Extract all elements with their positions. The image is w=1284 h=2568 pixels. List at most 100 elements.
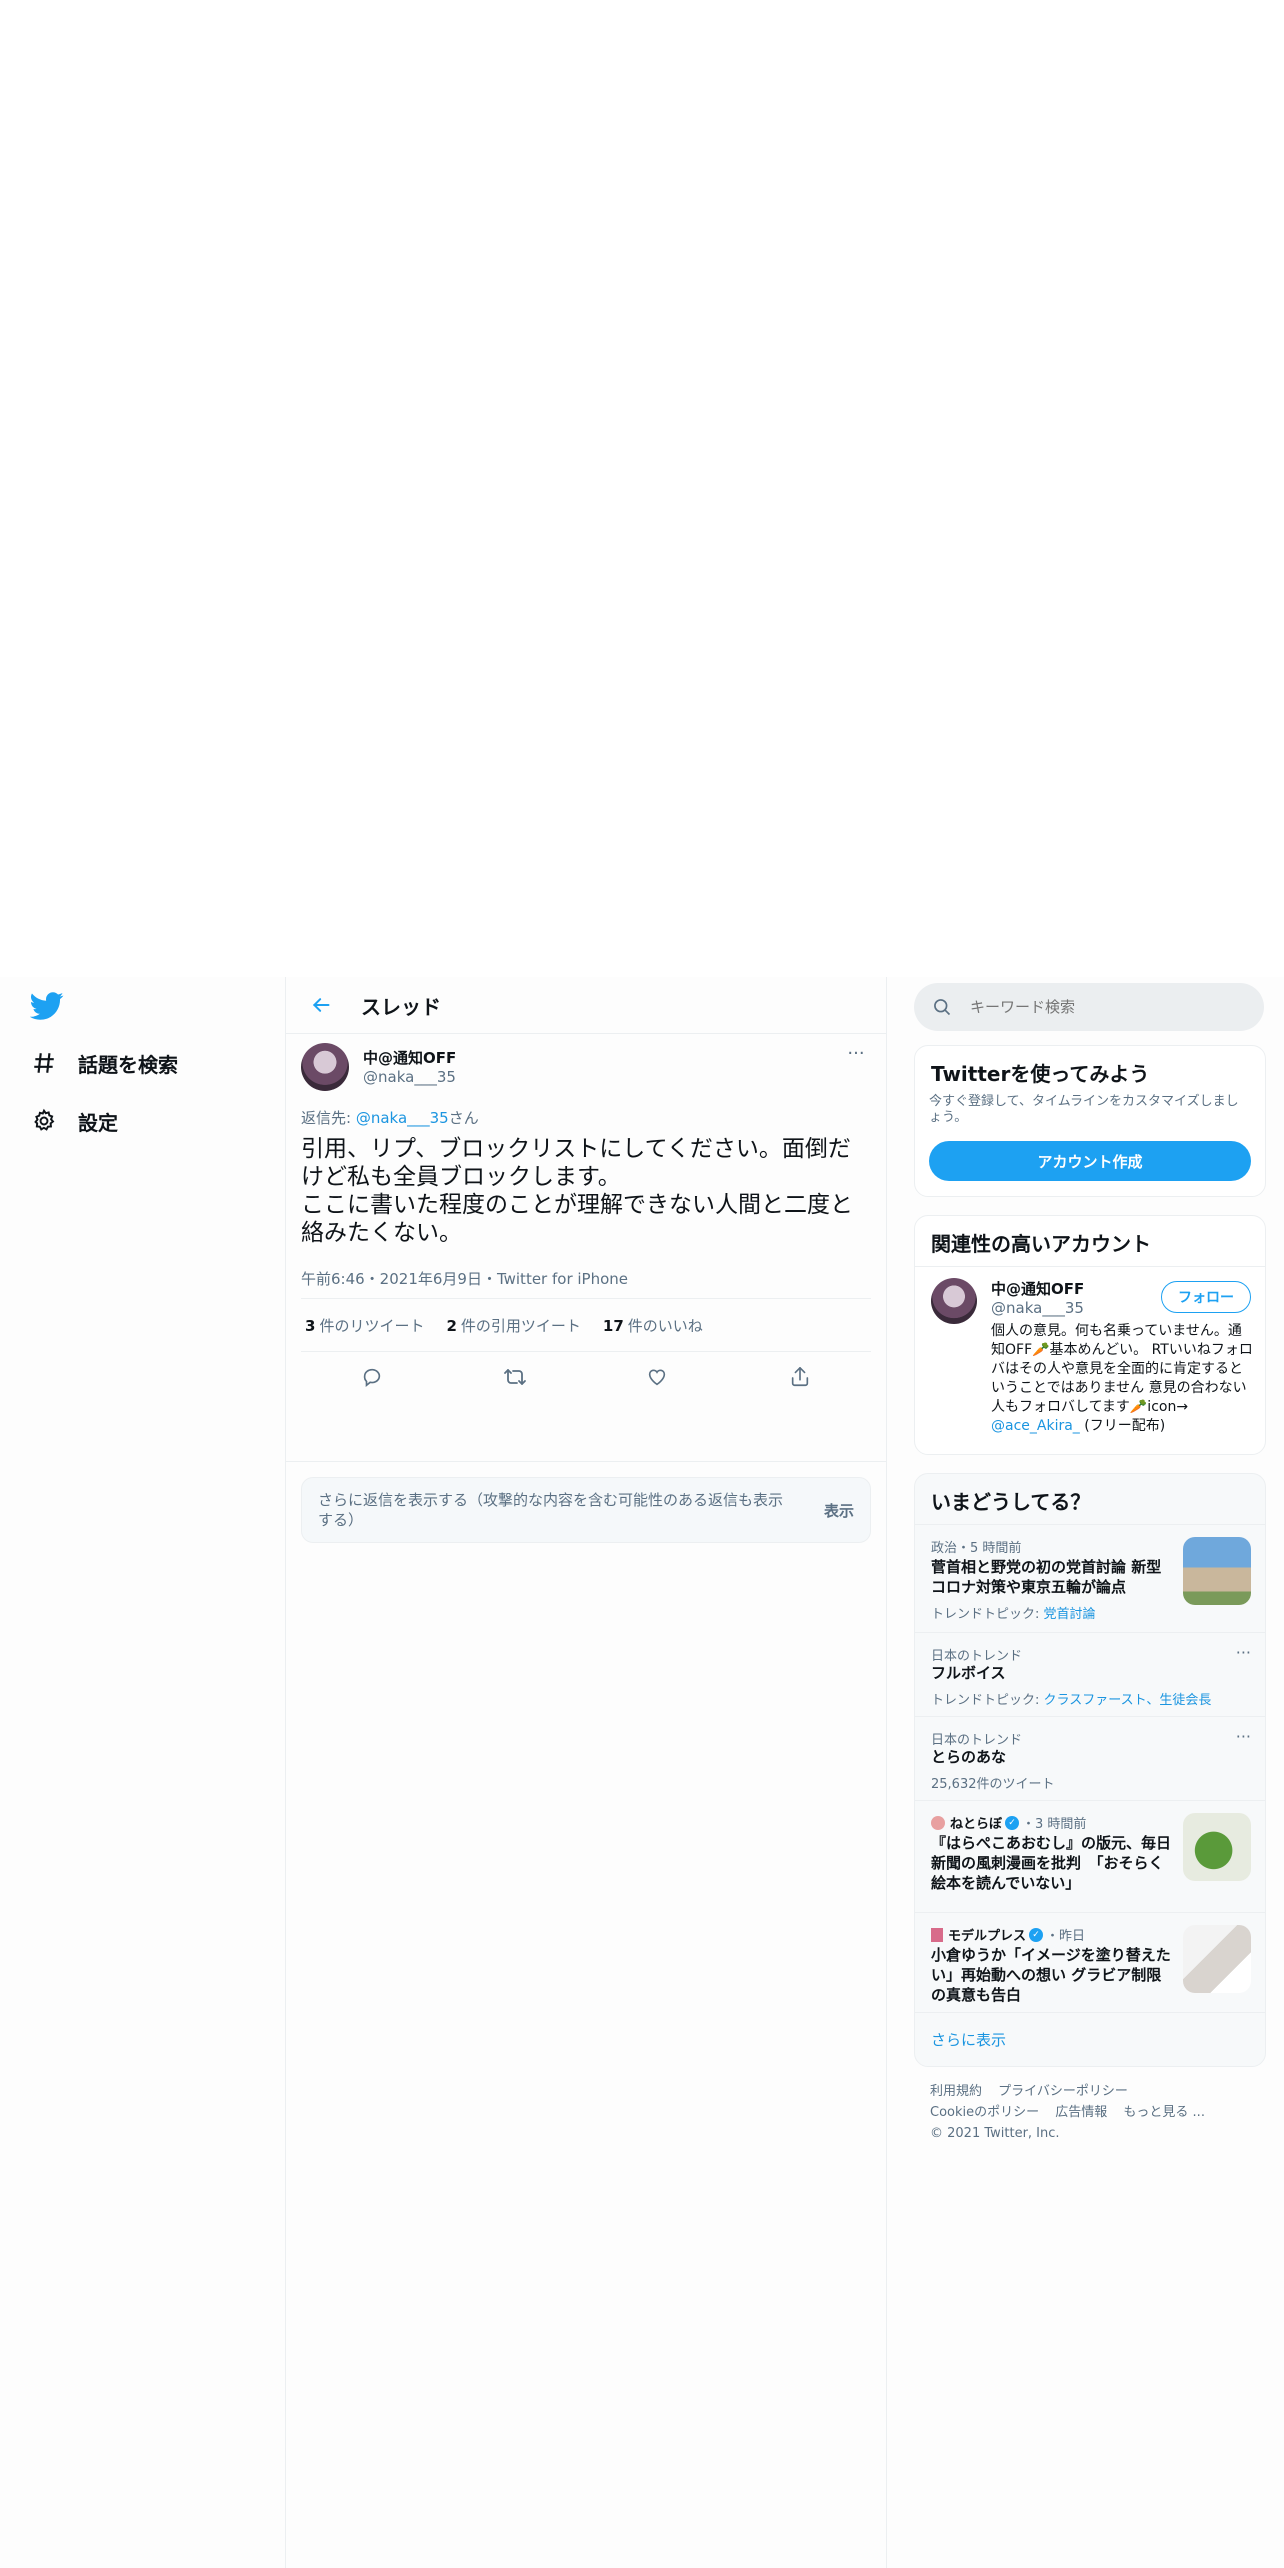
signup-card: Twitterを使ってみよう 今すぐ登録して、タイムラインをカスタマイズしましょ… bbox=[914, 1045, 1266, 1197]
back-arrow-icon[interactable] bbox=[306, 990, 336, 1020]
show-more-replies-button[interactable]: 表示 bbox=[824, 1500, 854, 1521]
left-navigation: 話題を検索 設定 bbox=[0, 977, 285, 2568]
like-count-link[interactable]: 17 件のいいね bbox=[603, 1315, 703, 1336]
quote-count: 2 bbox=[446, 1316, 457, 1335]
bio-text: 個人の意見。何も名乗っていません。通知OFF🥕基本めんどい。 RTいいねフォロバ… bbox=[991, 1323, 1253, 1415]
news-title: 小倉ゆうか「イメージを塗り替えたい」再始動への想い グラビア制限の真意も告白 bbox=[931, 1946, 1171, 2004]
trends-card: いまどうしてる？ 政治・5 時間前 菅首相と野党の初の党首討論 新型コロナ対策や… bbox=[914, 1473, 1266, 2067]
trend-context: 政治・5 時間前 bbox=[931, 1541, 1022, 1556]
quote-count-label: 件の引用ツイート bbox=[460, 1316, 581, 1335]
create-account-button[interactable]: アカウント作成 bbox=[929, 1141, 1251, 1181]
footer-link-privacy[interactable]: プライバシーポリシー bbox=[998, 2084, 1128, 2099]
news-source: ねとらぼ bbox=[950, 1817, 1003, 1832]
related-accounts-title: 関連性の高いアカウント bbox=[931, 1232, 1151, 1256]
tweet-text: 引用、リプ、ブロックリストにしてください。面倒だけど私も全員ブロックします。 こ… bbox=[301, 1136, 853, 1246]
tweet-stats: 3 件のリツイート 2 件の引用ツイート 17 件のいいね bbox=[301, 1298, 871, 1352]
reply-to-handle-link[interactable]: @naka___35 bbox=[356, 1109, 449, 1127]
reply-to-prefix: 返信先: bbox=[301, 1109, 356, 1127]
twitter-app: 話題を検索 設定 スレッド 中@通知OFF @naka___35 ··· 返信先… bbox=[0, 977, 1284, 2568]
show-more-replies-text: さらに返信を表示する（攻撃的な内容を含む可能性のある返信も表示する） bbox=[318, 1491, 784, 1529]
like-count-label: 件のいいね bbox=[627, 1316, 703, 1335]
share-icon[interactable] bbox=[783, 1360, 817, 1394]
follow-button[interactable]: フォロー bbox=[1161, 1281, 1251, 1313]
footer-link-ads[interactable]: 広告情報 bbox=[1055, 2105, 1107, 2120]
trend-topic-prefix: トレンドトピック: bbox=[931, 1607, 1044, 1622]
trend-context: 日本のトレンド bbox=[931, 1649, 1023, 1664]
news-context: モデルプレス ✓ ・昨日 bbox=[931, 1925, 1085, 1944]
nav-settings[interactable]: 設定 bbox=[30, 1099, 118, 1143]
trend-topic-link[interactable]: 党首討論 bbox=[1044, 1607, 1096, 1622]
news-source-icon bbox=[931, 1815, 945, 1830]
news-item[interactable]: モデルプレス ✓ ・昨日 小倉ゆうか「イメージを塗り替えたい」再始動への想い グ… bbox=[915, 1912, 1265, 2013]
tweet-author-name[interactable]: 中@通知OFF bbox=[363, 1047, 456, 1068]
trends-title: いまどうしてる？ bbox=[931, 1490, 1091, 1514]
trend-item[interactable]: 日本のトレンド ··· とらのあな 25,632件のツイート bbox=[915, 1716, 1265, 1801]
search-box bbox=[914, 983, 1264, 1031]
retweet-count-link[interactable]: 3 件のリツイート bbox=[305, 1315, 424, 1336]
show-more-trends-link[interactable]: さらに表示 bbox=[931, 2029, 1006, 2050]
reply-icon[interactable] bbox=[355, 1360, 389, 1394]
news-thumbnail bbox=[1183, 1925, 1251, 1993]
show-all-row[interactable]: さらに表示 bbox=[915, 2012, 1265, 2066]
tweet-actions bbox=[301, 1351, 871, 1403]
retweet-count: 3 bbox=[305, 1316, 316, 1335]
news-source: モデルプレス bbox=[948, 1929, 1027, 1944]
bio-mention-link[interactable]: @ace_Akira_ bbox=[991, 1418, 1080, 1434]
news-thumbnail bbox=[1183, 1813, 1251, 1881]
trend-title: フルボイス bbox=[931, 1664, 1006, 1682]
page-title: スレッド bbox=[361, 994, 441, 1019]
thread-column: スレッド 中@通知OFF @naka___35 ··· 返信先: @naka__… bbox=[285, 977, 887, 2568]
more-options-icon[interactable]: ··· bbox=[1236, 1643, 1251, 1662]
twitter-bird-icon[interactable] bbox=[29, 989, 64, 1023]
related-account-name[interactable]: 中@通知OFF bbox=[991, 1278, 1084, 1299]
news-time: ・昨日 bbox=[1046, 1929, 1086, 1944]
quote-count-link[interactable]: 2 件の引用ツイート bbox=[446, 1315, 580, 1336]
footer-link-more[interactable]: もっと見る ... bbox=[1123, 2105, 1205, 2120]
news-item[interactable]: ねとらぼ ✓ ・3 時間前 『はらぺこあおむし』の版元、毎日新聞の風刺漫画を批判… bbox=[915, 1800, 1265, 1913]
like-count: 17 bbox=[602, 1316, 624, 1335]
trend-title: 菅首相と野党の初の党首討論 新型コロナ対策や東京五輪が論点 bbox=[931, 1558, 1162, 1596]
divider bbox=[915, 1266, 1265, 1267]
retweet-icon[interactable] bbox=[498, 1360, 532, 1394]
nav-settings-label: 設定 bbox=[78, 1110, 118, 1135]
nav-explore[interactable]: 話題を検索 bbox=[30, 1041, 178, 1085]
trend-item[interactable]: 日本のトレンド ··· フルボイス トレンドトピック: クラスファースト、生徒会… bbox=[915, 1632, 1265, 1717]
trend-title: とらのあな bbox=[931, 1748, 1007, 1766]
avatar[interactable] bbox=[301, 1043, 349, 1091]
news-source-icon bbox=[931, 1927, 943, 1942]
hashtag-icon bbox=[30, 1049, 58, 1077]
search-icon bbox=[934, 999, 951, 1016]
trend-topic: トレンドトピック: 党首討論 bbox=[931, 1603, 1096, 1622]
nav-explore-label: 話題を検索 bbox=[78, 1052, 178, 1077]
related-account-bio: 個人の意見。何も名乗っていません。通知OFF🥕基本めんどい。 RTいいねフォロバ… bbox=[991, 1322, 1253, 1436]
divider bbox=[286, 1461, 886, 1462]
reply-to-suffix: さん bbox=[448, 1109, 479, 1127]
news-title: 『はらぺこあおむし』の版元、毎日新聞の風刺漫画を批判 「おそらく絵本を読んでいな… bbox=[931, 1834, 1172, 1892]
signup-description: 今すぐ登録して、タイムラインをカスタマイズしましょう。 bbox=[929, 1094, 1239, 1125]
search-input[interactable] bbox=[968, 997, 1242, 1017]
verified-badge-icon: ✓ bbox=[1005, 1815, 1020, 1830]
copyright: © 2021 Twitter, Inc. bbox=[930, 2126, 1060, 2141]
more-options-icon[interactable]: ··· bbox=[841, 1043, 871, 1067]
tweet-timestamp[interactable]: 午前6:46・2021年6月9日・Twitter for iPhone bbox=[301, 1268, 628, 1289]
retweet-count-label: 件のリツイート bbox=[319, 1316, 425, 1335]
footer: 利用規約 プライバシーポリシー Cookieのポリシー 広告情報 もっと見る .… bbox=[930, 2081, 1250, 2144]
avatar[interactable] bbox=[931, 1278, 977, 1324]
more-options-icon[interactable]: ··· bbox=[1236, 1727, 1251, 1746]
trend-context: 日本のトレンド bbox=[931, 1733, 1023, 1748]
news-context: ねとらぼ ✓ ・3 時間前 bbox=[931, 1813, 1086, 1832]
tweet-author-handle[interactable]: @naka___35 bbox=[363, 1068, 456, 1086]
signup-title: Twitterを使ってみよう bbox=[931, 1062, 1150, 1086]
trend-topic: トレンドトピック: クラスファースト、生徒会長 bbox=[931, 1689, 1211, 1708]
trend-topic-link[interactable]: クラスファースト、生徒会長 bbox=[1044, 1693, 1212, 1708]
trend-topic-prefix: トレンドトピック: bbox=[931, 1693, 1044, 1708]
footer-link-cookies[interactable]: Cookieのポリシー bbox=[930, 2105, 1039, 2120]
related-accounts-card: 関連性の高いアカウント 中@通知OFF @naka___35 フォロー 個人の意… bbox=[914, 1215, 1266, 1455]
trend-item[interactable]: 政治・5 時間前 菅首相と野党の初の党首討論 新型コロナ対策や東京五輪が論点 ト… bbox=[915, 1524, 1265, 1633]
footer-link-terms[interactable]: 利用規約 bbox=[930, 2084, 982, 2099]
trend-tweet-count: 25,632件のツイート bbox=[931, 1777, 1055, 1792]
related-account-handle[interactable]: @naka___35 bbox=[991, 1299, 1084, 1317]
heart-icon[interactable] bbox=[640, 1360, 674, 1394]
gear-icon bbox=[30, 1107, 58, 1135]
verified-badge-icon: ✓ bbox=[1029, 1927, 1044, 1942]
